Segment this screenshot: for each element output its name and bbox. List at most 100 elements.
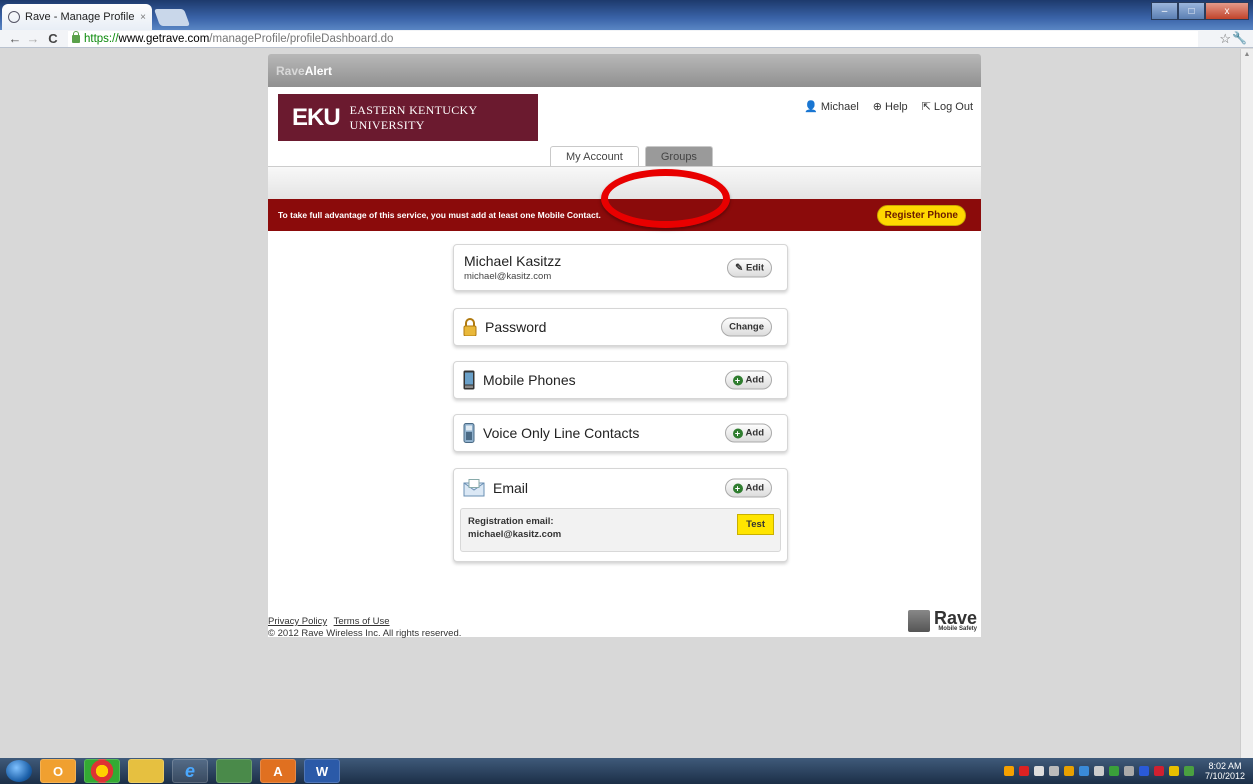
plus-icon: + xyxy=(732,428,743,438)
ie-taskbar-icon[interactable]: e xyxy=(172,759,208,783)
email-card: Email + Add Registration email: michael@k… xyxy=(453,468,788,562)
tab-close-button[interactable]: × xyxy=(140,12,146,23)
outlook-taskbar-icon[interactable]: O xyxy=(40,759,76,783)
back-arrow-icon[interactable]: ← xyxy=(8,31,22,46)
email-title: Email xyxy=(493,480,529,496)
password-card: Password Change xyxy=(453,308,788,346)
rave-app: Rave Alert EKU EASTERN KENTUCKY UNIVERSIT… xyxy=(268,54,981,637)
rave-footer-logo: Rave Mobile Safety xyxy=(907,608,977,632)
register-phone-button[interactable]: Register Phone xyxy=(876,204,966,226)
add-mobile-button[interactable]: + Add xyxy=(724,370,772,390)
clock-date: 7/10/2012 xyxy=(1204,771,1245,781)
mail-taskbar-icon[interactable] xyxy=(128,759,164,783)
copyright: © 2012 Rave Wireless Inc. All rights res… xyxy=(268,628,462,639)
eku-logo: EKU EASTERN KENTUCKY UNIVERSITY xyxy=(278,94,538,141)
rave-header-bar: Rave Alert xyxy=(268,54,981,87)
address-bar[interactable]: https:// www.getrave.com /manageProfile/… xyxy=(68,30,1198,47)
mobile-contact-banner: To take full advantage of this service, … xyxy=(268,199,981,231)
privacy-policy-link[interactable]: Privacy Policy xyxy=(268,616,327,627)
edit-label: Edit xyxy=(746,262,764,273)
tray-icon[interactable] xyxy=(1003,766,1014,776)
browser-tab[interactable]: Rave - Manage Profile Dasl × xyxy=(2,4,152,30)
tray-icon[interactable] xyxy=(1048,766,1059,776)
add-voice-button[interactable]: + Add xyxy=(724,423,772,443)
chrome-taskbar-icon[interactable] xyxy=(84,759,120,783)
word-taskbar-icon[interactable]: W xyxy=(304,759,340,783)
add-voice-label: Add xyxy=(745,427,764,439)
url-scheme: https:// xyxy=(84,32,119,45)
tray-icon[interactable] xyxy=(1123,766,1134,776)
registration-email-value: michael@kasitz.com xyxy=(468,529,562,540)
help-label: Help xyxy=(885,101,908,113)
tray-icon[interactable] xyxy=(1153,766,1164,776)
mobile-phone-icon xyxy=(463,370,475,390)
windows-taskbar: O e A W 8:02 AM 7/10/2012 xyxy=(0,758,1253,784)
footer-links: Privacy Policy Terms of Use xyxy=(268,616,981,627)
minimize-button[interactable]: – xyxy=(1151,2,1178,20)
help-icon: ⊕ xyxy=(872,101,883,113)
reload-icon[interactable]: C xyxy=(46,31,60,46)
page-footer: Privacy Policy Terms of Use © 2012 Rave … xyxy=(268,609,981,639)
profile-card: Michael Kasitzz michael@kasitz.com ✎ Edit xyxy=(453,244,788,291)
logout-link[interactable]: ⇱ Log Out xyxy=(922,100,973,113)
eku-logo-mark: EKU xyxy=(292,103,341,131)
voice-contacts-title: Voice Only Line Contacts xyxy=(483,425,640,441)
wrench-icon[interactable]: 🔧 xyxy=(1232,31,1247,45)
eku-logo-text: EASTERN KENTUCKY UNIVERSITY xyxy=(349,102,478,132)
bookmark-star-icon[interactable]: ☆ xyxy=(1219,31,1231,47)
bluetooth-icon[interactable] xyxy=(1138,766,1149,776)
tray-icon[interactable] xyxy=(1063,766,1074,776)
avast-taskbar-icon[interactable]: A xyxy=(260,759,296,783)
tab-my-account[interactable]: My Account xyxy=(550,146,639,166)
browser-tabstrip: Rave - Manage Profile Dasl × – □ x xyxy=(0,0,1253,30)
system-tray: 8:02 AM 7/10/2012 xyxy=(1003,758,1245,784)
close-window-button[interactable]: x xyxy=(1205,2,1249,20)
rave-logo-icon xyxy=(907,610,930,632)
add-email-button[interactable]: + Add xyxy=(724,478,772,498)
mobile-phones-card: Mobile Phones + Add xyxy=(453,361,788,399)
mobile-phones-title: Mobile Phones xyxy=(483,372,576,388)
browser-toolbar: ← → C https:// www.getrave.com /managePr… xyxy=(0,30,1253,48)
voice-contacts-card: Voice Only Line Contacts + Add xyxy=(453,414,788,452)
add-email-label: Add xyxy=(745,482,764,494)
speech-bubble-icon xyxy=(8,11,20,23)
page-viewport: Rave Alert EKU EASTERN KENTUCKY UNIVERSIT… xyxy=(0,49,1253,758)
tray-icon[interactable] xyxy=(1078,766,1089,776)
help-link[interactable]: ⊕ Help xyxy=(873,100,908,113)
registration-email-label: Registration email: xyxy=(468,516,554,527)
system-clock[interactable]: 8:02 AM 7/10/2012 xyxy=(1205,761,1245,781)
change-password-button[interactable]: Change xyxy=(721,317,772,337)
tray-icon[interactable] xyxy=(1183,766,1194,776)
maximize-button[interactable]: □ xyxy=(1178,2,1205,20)
edit-profile-button[interactable]: ✎ Edit xyxy=(727,258,772,277)
browser-tab-title: Rave - Manage Profile Dasl xyxy=(25,11,136,23)
terms-of-use-link[interactable]: Terms of Use xyxy=(334,616,390,627)
cordless-phone-icon xyxy=(463,423,475,443)
network-taskbar-icon[interactable] xyxy=(216,759,252,783)
rave-tagline: Mobile Safety xyxy=(938,626,977,632)
test-email-button[interactable]: Test xyxy=(737,514,774,535)
user-link[interactable]: 👤 Michael xyxy=(804,100,859,113)
window-controls: – □ x xyxy=(1151,2,1249,20)
flag-icon[interactable] xyxy=(1093,766,1104,776)
tray-icon[interactable] xyxy=(1108,766,1119,776)
padlock-icon xyxy=(463,318,477,336)
logout-label: Log Out xyxy=(933,101,973,113)
vertical-scrollbar[interactable]: ▲ xyxy=(1240,49,1253,758)
envelope-icon xyxy=(463,479,485,497)
new-tab-button[interactable] xyxy=(153,9,191,26)
rave-word: Rave xyxy=(933,608,977,628)
scroll-up-icon[interactable]: ▲ xyxy=(1241,49,1253,58)
start-button[interactable] xyxy=(6,760,32,782)
top-navigation: 👤 Michael ⊕ Help ⇱ Log Out xyxy=(804,100,973,113)
forward-arrow-icon[interactable]: → xyxy=(26,31,40,46)
tab-groups[interactable]: Groups xyxy=(644,146,713,166)
plus-icon: + xyxy=(732,375,743,385)
add-mobile-label: Add xyxy=(745,374,764,386)
tray-icon[interactable] xyxy=(1018,766,1029,776)
lock-icon xyxy=(72,30,80,43)
signal-icon[interactable] xyxy=(1033,766,1044,776)
tray-icon[interactable] xyxy=(1168,766,1179,776)
banner-message: To take full advantage of this service, … xyxy=(278,210,601,220)
user-icon: 👤 xyxy=(804,101,818,113)
